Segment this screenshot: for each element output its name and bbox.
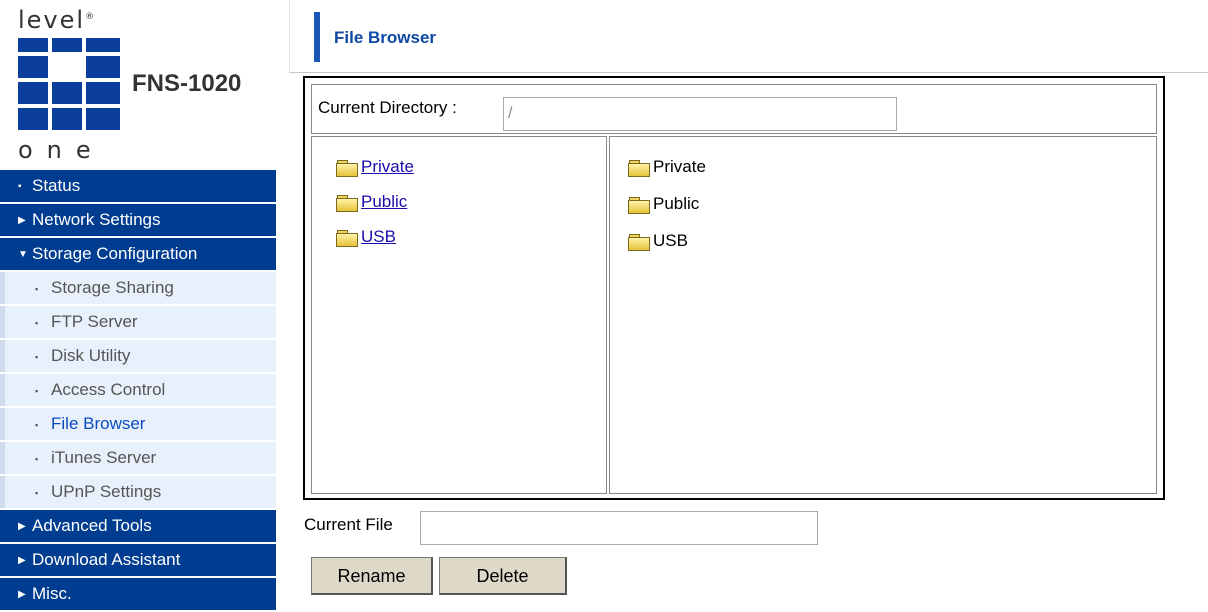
sidebar-item-storage-configuration[interactable]: ▼ Storage Configuration [0, 238, 276, 270]
logo-grid-icon [18, 38, 124, 134]
bullet-icon: ▪ [35, 351, 39, 362]
bullet-icon: ▪ [35, 283, 39, 294]
bullet-icon: ▪ [35, 385, 39, 396]
sidebar-item-label: Storage Sharing [51, 278, 174, 297]
content-folder-item[interactable]: Public [628, 190, 699, 218]
sidebar-item-disk-utility[interactable]: ▪ Disk Utility [0, 340, 276, 372]
folder-icon [336, 159, 358, 177]
folder-link[interactable]: Private [361, 157, 414, 176]
caret-right-icon: ▶ [18, 520, 26, 532]
sidebar-item-label: Status [32, 176, 81, 195]
folder-name: Private [653, 157, 706, 176]
sidebar-item-label: FTP Server [51, 312, 138, 331]
folder-icon [336, 194, 358, 212]
sidebar-item-itunes-server[interactable]: ▪ iTunes Server [0, 442, 276, 474]
page-header: File Browser [289, 0, 1208, 73]
caret-right-icon: ▶ [18, 554, 26, 566]
sidebar-item-label: Disk Utility [51, 346, 131, 365]
sidebar-item-label: File Browser [51, 414, 146, 433]
sidebar-item-label: Download Assistant [32, 550, 181, 569]
sidebar-item-misc[interactable]: ▶ Misc. [0, 578, 276, 610]
sidebar-item-label: Storage Configuration [32, 244, 198, 263]
caret-right-icon: ▶ [18, 588, 26, 600]
sidebar-item-access-control[interactable]: ▪ Access Control [0, 374, 276, 406]
sidebar-item-network-settings[interactable]: ▶ Network Settings [0, 204, 276, 236]
rename-button[interactable]: Rename [311, 557, 433, 595]
sidebar-item-download-assistant[interactable]: ▶ Download Assistant [0, 544, 276, 576]
folder-link[interactable]: USB [361, 227, 396, 246]
sidebar-item-upnp-settings[interactable]: ▪ UPnP Settings [0, 476, 276, 508]
folder-contents-pane: Private Public USB [609, 136, 1157, 494]
file-browser-frame: Current Directory : Private Public USB Pri… [303, 76, 1165, 500]
folder-name: USB [653, 231, 688, 250]
page-title: File Browser [334, 28, 437, 47]
sidebar-item-label: Misc. [32, 584, 72, 603]
delete-button[interactable]: Delete [439, 557, 567, 595]
current-directory-label: Current Directory : [318, 98, 457, 117]
header-accent-bar [314, 12, 320, 62]
folder-tree-pane: Private Public USB [311, 136, 607, 494]
current-directory-row: Current Directory : [311, 84, 1157, 134]
sidebar-item-label: UPnP Settings [51, 482, 162, 501]
sidebar-item-label: Network Settings [32, 210, 161, 229]
tree-folder-item[interactable]: USB [336, 223, 396, 251]
folder-icon [336, 229, 358, 247]
bullet-icon: ▪ [35, 419, 39, 430]
current-file-input[interactable] [420, 511, 818, 545]
bullet-icon: ▪ [18, 180, 22, 192]
brand-logo: level® one FNS-1020 [18, 6, 268, 170]
bullet-icon: ▪ [35, 317, 39, 328]
sidebar-item-file-browser[interactable]: ▪ File Browser [0, 408, 276, 440]
caret-down-icon: ▼ [18, 248, 28, 260]
caret-right-icon: ▶ [18, 214, 26, 226]
sidebar-item-label: Access Control [51, 380, 166, 399]
brand-bottom-text: one [18, 136, 105, 164]
tree-folder-item[interactable]: Public [336, 188, 407, 216]
current-file-label: Current File [304, 515, 393, 534]
folder-link[interactable]: Public [361, 192, 407, 211]
folder-name: Public [653, 194, 700, 213]
content-folder-item[interactable]: USB [628, 227, 688, 255]
sidebar-nav: ▪ Status ▶ Network Settings ▼ Storage Configu… [0, 170, 276, 612]
sidebar-item-storage-sharing[interactable]: ▪ Storage Sharing [0, 272, 276, 304]
sidebar-item-status[interactable]: ▪ Status [0, 170, 276, 202]
folder-icon [628, 233, 650, 251]
folder-icon [628, 159, 650, 177]
folder-icon [628, 196, 650, 214]
sidebar-item-advanced-tools[interactable]: ▶ Advanced Tools [0, 510, 276, 542]
current-directory-input[interactable] [503, 97, 897, 131]
sidebar-item-label: iTunes Server [51, 448, 157, 467]
sidebar-item-ftp-server[interactable]: ▪ FTP Server [0, 306, 276, 338]
brand-top-text: level® [18, 6, 97, 34]
content-folder-item[interactable]: Private [628, 153, 706, 181]
model-name: FNS-1020 [132, 70, 242, 97]
tree-folder-item[interactable]: Private [336, 153, 414, 181]
bullet-icon: ▪ [35, 487, 39, 498]
sidebar-item-label: Advanced Tools [32, 516, 152, 535]
bullet-icon: ▪ [35, 453, 39, 464]
